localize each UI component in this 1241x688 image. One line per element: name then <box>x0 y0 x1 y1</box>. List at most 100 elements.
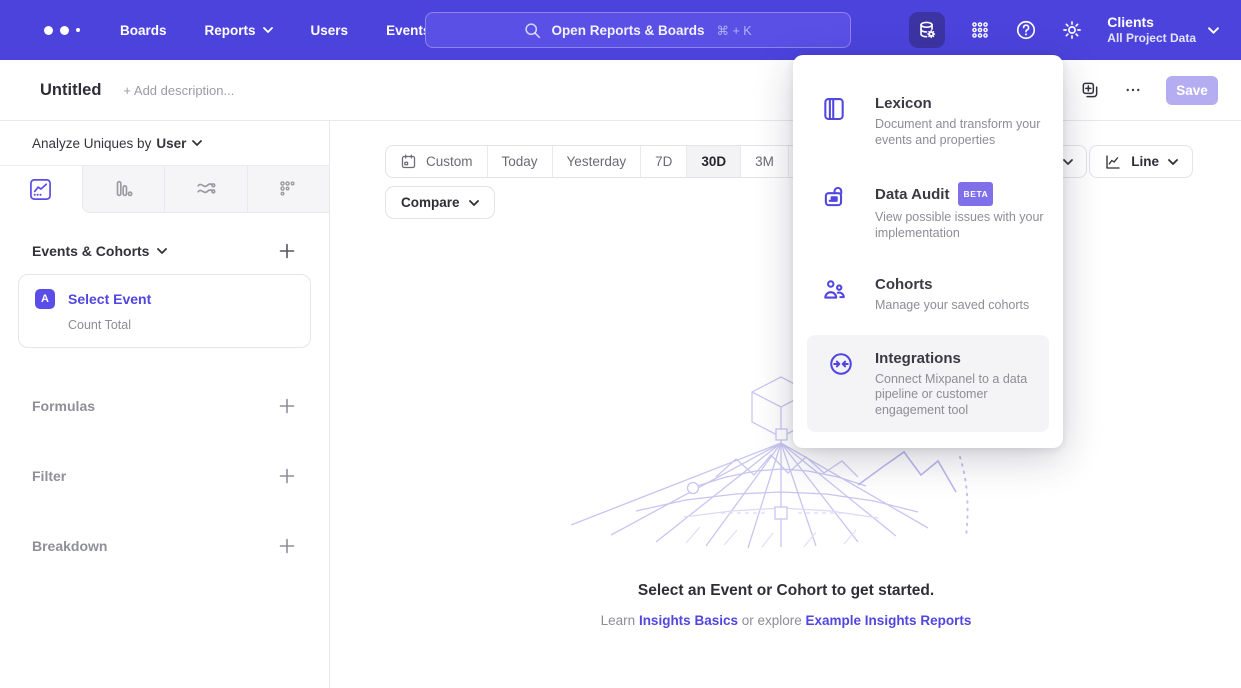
line-chart-icon <box>29 178 52 201</box>
chevron-down-icon <box>263 27 273 33</box>
duplicate-icon <box>1080 80 1100 100</box>
tab-retention-grid[interactable] <box>247 166 330 213</box>
compare-label: Compare <box>401 195 460 210</box>
range-custom[interactable]: Custom <box>386 146 487 177</box>
save-button[interactable]: Save <box>1166 76 1218 105</box>
menu-item-data-audit[interactable]: Data AuditBETA View possible issues with… <box>793 169 1063 254</box>
chevron-down-icon <box>1168 159 1178 165</box>
global-search-input[interactable]: Open Reports & Boards ⌘ + K <box>425 12 851 48</box>
range-label: Today <box>502 154 538 169</box>
chevron-down-icon <box>1208 27 1219 34</box>
chevron-down-icon <box>469 200 479 206</box>
report-canvas: Custom Today Yesterday 7D 30D 3M 6M Comp… <box>331 121 1241 688</box>
flow-icon <box>195 178 217 200</box>
tab-flow-chart[interactable] <box>164 166 247 213</box>
search-icon <box>524 22 541 39</box>
help-button[interactable] <box>1015 19 1037 41</box>
filter-section: Filter <box>0 464 329 488</box>
duplicate-button[interactable] <box>1080 80 1100 100</box>
range-label: Yesterday <box>567 154 627 169</box>
nav-label: Events <box>386 23 430 38</box>
book-icon <box>793 94 875 148</box>
tab-bar-chart[interactable] <box>82 166 165 213</box>
example-insights-reports-link[interactable]: Example Insights Reports <box>806 613 972 628</box>
plus-icon <box>279 538 295 554</box>
analyze-by-value: User <box>156 136 186 151</box>
database-gear-icon <box>916 19 938 41</box>
analyze-prefix-label: Analyze Uniques by <box>32 136 151 151</box>
menu-item-title: Cohorts <box>875 275 933 294</box>
plus-icon <box>279 398 295 414</box>
compare-dropdown[interactable]: Compare <box>385 186 495 219</box>
event-measurement-dropdown[interactable]: Count Total <box>68 318 294 332</box>
mixpanel-insights-app: Boards Reports Users Events Open Reports… <box>0 0 1241 688</box>
add-formula-button[interactable] <box>279 398 295 414</box>
data-management-button[interactable] <box>909 12 945 48</box>
chart-type-label: Line <box>1131 154 1159 169</box>
add-filter-button[interactable] <box>279 468 295 484</box>
bar-chart-icon <box>112 178 134 200</box>
breakdown-label: Breakdown <box>32 538 107 554</box>
project-scope: All Project Data <box>1107 31 1196 46</box>
nav-item-events[interactable]: Events <box>386 23 430 38</box>
search-placeholder: Open Reports & Boards <box>551 23 704 38</box>
events-cohorts-toggle[interactable]: Events & Cohorts <box>32 243 167 259</box>
users-icon <box>793 275 875 314</box>
add-breakdown-button[interactable] <box>279 538 295 554</box>
menu-item-title: Data Audit <box>875 185 949 204</box>
range-label: Custom <box>426 154 473 169</box>
formulas-section: Formulas <box>0 394 329 418</box>
retention-grid-icon <box>277 178 299 200</box>
chart-type-dropdown[interactable]: Line <box>1089 145 1193 178</box>
more-menu-button[interactable] <box>1124 81 1142 99</box>
add-description-field[interactable]: + Add description... <box>123 83 234 98</box>
chevron-down-icon <box>1063 159 1073 165</box>
menu-item-lexicon[interactable]: Lexicon Document and transform your even… <box>793 81 1063 161</box>
range-7d[interactable]: 7D <box>640 146 686 177</box>
empty-state-title: Select an Event or Cohort to get started… <box>331 582 1241 600</box>
nav-label: Reports <box>205 23 256 38</box>
empty-state-links: Learn Insights Basics or explore Example… <box>331 613 1241 628</box>
audit-seal-icon <box>793 182 875 241</box>
menu-item-cohorts[interactable]: Cohorts Manage your saved cohorts <box>793 262 1063 327</box>
events-cohorts-label: Events & Cohorts <box>32 243 149 259</box>
select-event-button[interactable]: Select Event <box>68 291 151 307</box>
range-label: 7D <box>655 154 672 169</box>
analyze-uniques-row: Analyze Uniques by User <box>0 121 329 166</box>
apps-grid-button[interactable] <box>969 19 991 41</box>
tab-line-chart[interactable] <box>0 166 82 213</box>
sync-arrows-icon <box>807 349 875 419</box>
project-picker[interactable]: Clients All Project Data <box>1107 14 1219 46</box>
analyze-by-dropdown[interactable]: User <box>156 136 202 151</box>
logo-dot <box>76 28 80 32</box>
add-event-button[interactable] <box>279 243 295 259</box>
query-builder-sidebar: Analyze Uniques by User <box>0 121 330 688</box>
primary-nav: Boards Reports Users Events <box>120 23 430 38</box>
range-yesterday[interactable]: Yesterday <box>552 146 641 177</box>
insights-basics-link[interactable]: Insights Basics <box>639 613 738 628</box>
nav-item-reports[interactable]: Reports <box>205 23 273 38</box>
report-title[interactable]: Untitled <box>40 81 101 100</box>
range-30d[interactable]: 30D <box>686 146 740 177</box>
top-navbar: Boards Reports Users Events Open Reports… <box>0 0 1241 60</box>
apps-grid-icon <box>969 19 991 41</box>
menu-item-integrations[interactable]: Integrations Connect Mixpanel to a data … <box>807 335 1049 433</box>
range-3m[interactable]: 3M <box>740 146 788 177</box>
menu-item-desc: Manage your saved cohorts <box>875 298 1057 314</box>
help-icon <box>1015 19 1037 41</box>
logo-dot <box>60 26 69 35</box>
event-card[interactable]: A Select Event Count Total <box>18 274 311 348</box>
search-shortcut: ⌘ + K <box>716 23 751 38</box>
plus-icon <box>279 243 295 259</box>
range-today[interactable]: Today <box>487 146 552 177</box>
org-name: Clients <box>1107 14 1196 31</box>
mixpanel-logo[interactable] <box>44 26 80 35</box>
or-explore-text: or explore <box>738 613 806 628</box>
menu-item-desc: Document and transform your events and p… <box>875 117 1057 148</box>
nav-item-boards[interactable]: Boards <box>120 23 167 38</box>
line-chart-icon <box>1104 153 1122 171</box>
nav-item-users[interactable]: Users <box>311 23 349 38</box>
formulas-label: Formulas <box>32 398 95 414</box>
settings-button[interactable] <box>1061 19 1083 41</box>
ellipsis-icon <box>1124 81 1142 99</box>
